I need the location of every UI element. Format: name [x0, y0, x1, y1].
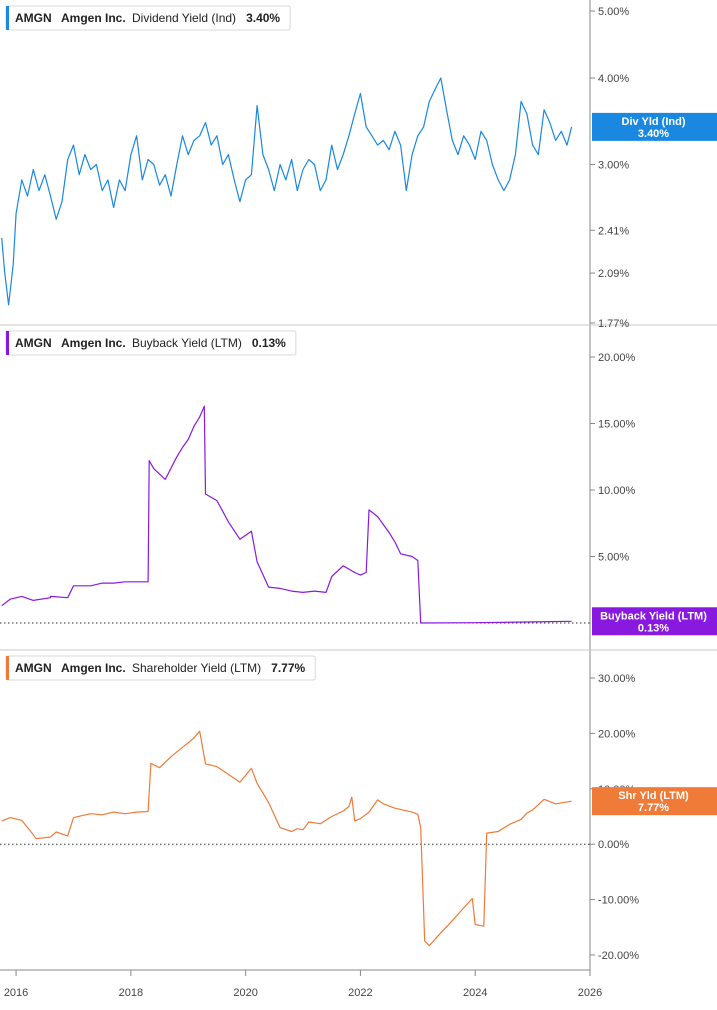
legend-metric: Buyback Yield (LTM)	[132, 336, 242, 350]
legend-value: 7.77%	[271, 661, 305, 675]
value-tag-label: Buyback Yield (LTM)	[600, 610, 707, 622]
legend-buyback: AMGN Amgen Inc. Buyback Yield (LTM) 0.13%	[5, 330, 297, 356]
legend-shareholder: AMGN Amgen Inc. Shareholder Yield (LTM) 7.7…	[5, 655, 316, 681]
panel-shareholder: 30.00%20.00%10.00%0.00%-10.00%-20.00%AMG…	[0, 655, 717, 962]
x-tick-label: 2020	[233, 987, 257, 999]
y-tick-label: 10.00%	[598, 485, 636, 497]
legend-value: 0.13%	[252, 336, 286, 350]
value-tag-shareholder: Shr Yld (LTM)7.77%	[592, 787, 717, 816]
value-tag-dividend: Div Yld (Ind)3.40%	[592, 112, 717, 141]
legend-metric: Dividend Yield (Ind)	[132, 11, 236, 25]
legend-swatch	[6, 656, 9, 680]
value-tag-value: 3.40%	[638, 128, 669, 140]
legend-company: Amgen Inc.	[61, 661, 126, 675]
legend-metric: Shareholder Yield (LTM)	[132, 661, 261, 675]
y-tick-label: -10.00%	[598, 895, 639, 907]
y-tick-label: 3.00%	[598, 159, 629, 171]
chart-svg: 5.00% 4.00% 3.00% 2.41% 2.09% 1.77% AMGN Amgen …	[0, 0, 717, 999]
value-tag-label: Div Yld (Ind)	[622, 116, 686, 128]
series-line-shareholder	[1, 730, 572, 947]
value-tag-value: 7.77%	[638, 802, 669, 814]
panel-dividend: 5.00% 4.00% 3.00% 2.41% 2.09% 1.77% AMGN Amgen …	[1, 5, 717, 330]
x-tick-label: 2022	[348, 987, 372, 999]
series-line-buyback	[1, 405, 572, 624]
y-tick-label: 20.00%	[598, 728, 636, 740]
x-tick-label: 2024	[463, 987, 487, 999]
legend-swatch	[6, 6, 9, 30]
y-tick-label: 1.77%	[598, 318, 629, 330]
y-tick-label: 4.00%	[598, 73, 629, 85]
x-tick-label: 2026	[578, 987, 602, 999]
y-tick-label: 2.09%	[598, 268, 629, 280]
chart-root: 5.00% 4.00% 3.00% 2.41% 2.09% 1.77% AMGN Amgen …	[0, 0, 717, 1005]
x-tick-label: 2018	[119, 987, 143, 999]
series-line-dividend	[1, 77, 573, 306]
legend-company: Amgen Inc.	[61, 11, 126, 25]
legend-swatch	[6, 331, 9, 355]
value-tag-label: Shr Yld (LTM)	[618, 790, 689, 802]
y-tick-label: 0.00%	[598, 839, 629, 851]
legend-value: 3.40%	[246, 11, 280, 25]
value-tag-buyback: Buyback Yield (LTM)0.13%	[592, 607, 717, 636]
value-tag-value: 0.13%	[638, 622, 669, 634]
legend-dividend: AMGN Amgen Inc. Dividend Yield (Ind) 3.40%	[5, 5, 291, 31]
y-tick-label: 2.41%	[598, 225, 629, 237]
x-tick-label: 2016	[4, 987, 28, 999]
legend-ticker: AMGN	[15, 11, 52, 25]
y-tick-label: 15.00%	[598, 419, 636, 431]
y-tick-label: 30.00%	[598, 673, 636, 685]
y-tick-label: -20.00%	[598, 950, 639, 962]
y-tick-label: 5.00%	[598, 552, 629, 564]
legend-ticker: AMGN	[15, 336, 52, 350]
y-tick-label: 5.00%	[598, 6, 629, 18]
legend-ticker: AMGN	[15, 661, 52, 675]
y-tick-label: 20.00%	[598, 352, 636, 364]
panel-buyback: 20.00% 15.00% 10.00% 5.00% AMGN Amgen Inc. Buy…	[0, 330, 717, 636]
legend-company: Amgen Inc.	[61, 336, 126, 350]
